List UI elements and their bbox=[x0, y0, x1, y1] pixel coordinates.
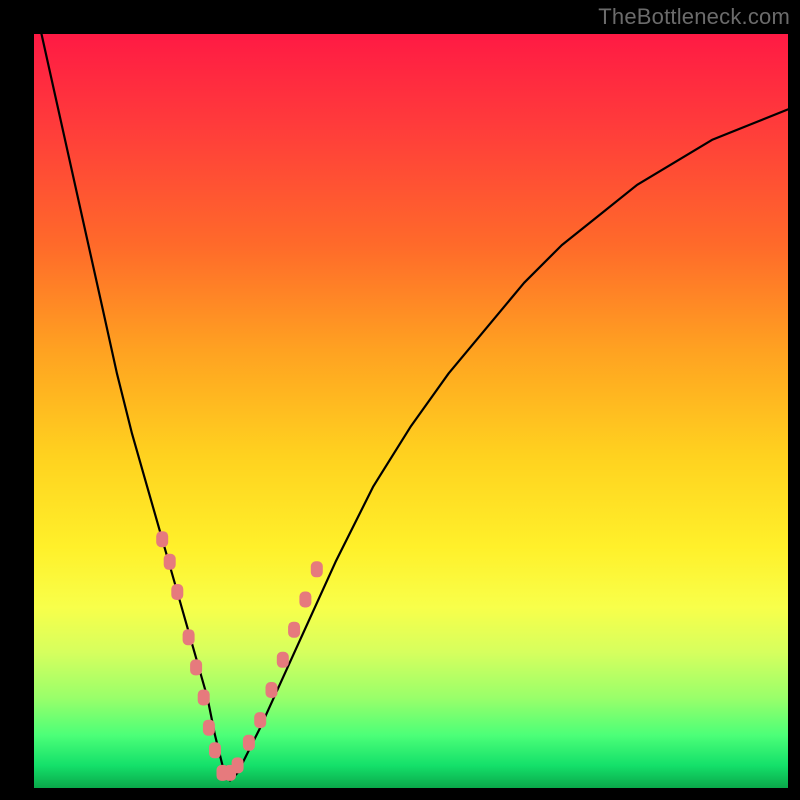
marker-dot bbox=[299, 592, 311, 608]
plot-area bbox=[34, 34, 788, 788]
marker-dot bbox=[277, 652, 289, 668]
marker-dot bbox=[311, 561, 323, 577]
marker-dot bbox=[171, 584, 183, 600]
bottleneck-curve bbox=[42, 34, 789, 781]
chart-frame: TheBottleneck.com bbox=[0, 0, 800, 800]
marker-dot bbox=[266, 682, 278, 698]
marker-dot bbox=[254, 712, 266, 728]
marker-dot bbox=[288, 622, 300, 638]
marker-dot bbox=[164, 554, 176, 570]
marker-dot bbox=[198, 690, 210, 706]
marker-dot bbox=[183, 629, 195, 645]
marker-dot bbox=[232, 757, 244, 773]
marker-dot bbox=[190, 659, 202, 675]
marker-dot bbox=[156, 531, 168, 547]
watermark-text: TheBottleneck.com bbox=[598, 4, 790, 30]
marker-dot bbox=[209, 742, 221, 758]
highlighted-points bbox=[156, 531, 323, 781]
marker-dot bbox=[243, 735, 255, 751]
marker-dot bbox=[203, 720, 215, 736]
chart-svg bbox=[34, 34, 788, 788]
